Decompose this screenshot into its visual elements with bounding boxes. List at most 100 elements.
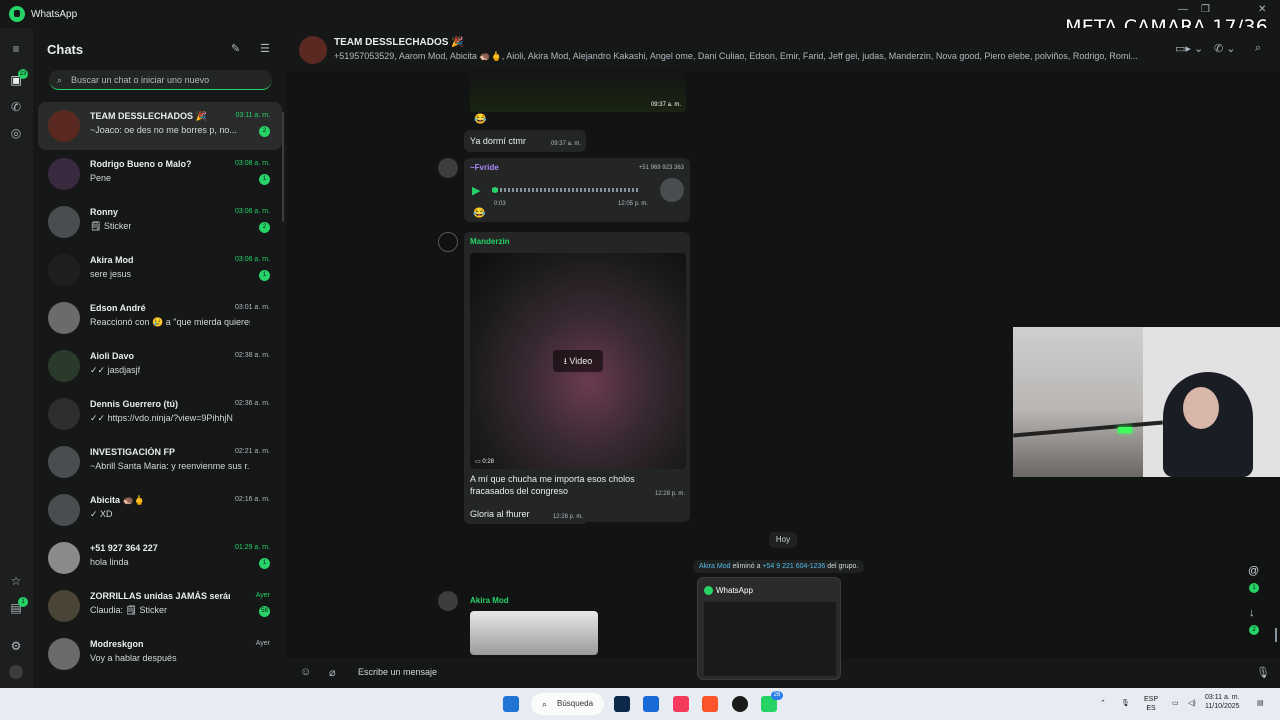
search-input[interactable]: ⌕ Buscar un chat o iniciar uno nuevo xyxy=(49,70,272,90)
conversation-header[interactable]: TEAM DESSLECHADOS 🎉 +51957053529, Aarom … xyxy=(287,28,1280,72)
preview-thumbnail[interactable] xyxy=(704,602,836,676)
unread-badge: 58 xyxy=(259,606,270,617)
chat-name: TEAM DESSLECHADOS 🎉 xyxy=(90,111,207,121)
lang-secondary: ES xyxy=(1146,705,1156,712)
chat-name: INVESTIGACIÓN FP xyxy=(90,447,176,457)
chat-time: 03:06 a. m. xyxy=(234,256,270,263)
sender-avatar[interactable] xyxy=(438,232,458,252)
photoshop-icon[interactable] xyxy=(614,696,630,712)
store-icon[interactable] xyxy=(643,696,659,712)
message-time: 12:28 p. m. xyxy=(552,514,583,520)
start-icon[interactable] xyxy=(503,696,519,712)
unread-badge: 1 xyxy=(259,270,270,281)
tray-mic-icon[interactable]: 🎙 xyxy=(1121,699,1130,708)
day-divider: Hoy xyxy=(769,532,797,548)
chat-avatar xyxy=(48,350,80,382)
chat-preview: sere jesus xyxy=(90,269,132,279)
message-text: Ya dormí ctmr xyxy=(470,136,526,146)
chat-time: Ayer xyxy=(255,640,270,647)
play-icon[interactable]: ▶ xyxy=(472,184,480,197)
chat-list-scrollbar[interactable] xyxy=(282,112,284,222)
preview-title: WhatsApp xyxy=(716,586,753,595)
app-title: WhatsApp xyxy=(31,8,78,20)
search-icon: ⌕ xyxy=(542,699,548,709)
lang-indicator[interactable]: ESP ES xyxy=(1144,695,1158,713)
chat-name: Modreskgon xyxy=(90,639,144,649)
chat-list-item[interactable]: Modreskgon Ayer Voy a hablar después xyxy=(38,630,282,678)
chat-avatar xyxy=(48,494,80,526)
message-input[interactable]: Escribe un mensaje xyxy=(358,667,437,677)
chat-name: Abicita 🦔🖕 xyxy=(90,495,145,505)
obs-icon[interactable] xyxy=(732,696,748,712)
status-icon[interactable]: ◎ xyxy=(9,126,23,140)
image-message[interactable]: 09:37 a. m. xyxy=(470,70,686,112)
webcam-face xyxy=(1183,387,1219,429)
mentions-icon[interactable]: @ xyxy=(1248,565,1259,577)
voice-call-icon[interactable]: ✆ ⌄ xyxy=(1214,42,1236,55)
minimize-icon[interactable]: — xyxy=(1178,4,1188,15)
network-icon[interactable]: ▭ xyxy=(1172,699,1179,708)
chat-list-item[interactable]: Akira Mod 03:06 a. m. sere jesus 1 xyxy=(38,246,282,294)
sender-avatar[interactable] xyxy=(438,591,458,611)
chat-list-item[interactable]: Dennis Guerrero (tú) 02:36 a. m. ✓✓ https:… xyxy=(38,390,282,438)
music-icon[interactable] xyxy=(673,696,689,712)
tray-chevron-icon[interactable]: ⌃ xyxy=(1100,699,1106,708)
clock-date: 11/10/2025 xyxy=(1205,703,1240,710)
sender-avatar[interactable] xyxy=(438,158,458,178)
search-chat-icon[interactable]: ⌕ xyxy=(1255,42,1261,55)
system-actor[interactable]: Akira Mod xyxy=(699,563,731,570)
attach-icon[interactable]: ⌀ xyxy=(329,666,336,679)
calls-icon[interactable]: ✆ xyxy=(9,100,23,114)
chat-preview: hola linda xyxy=(90,557,129,567)
menu-icon[interactable]: ≡ xyxy=(9,42,23,56)
profile-avatar[interactable] xyxy=(9,665,23,679)
chat-list-item[interactable]: Abicita 🦔🖕 02:16 a. m. ✓ XD xyxy=(38,486,282,534)
chat-preview: 🗒 Sticker xyxy=(90,221,132,231)
chat-list-item[interactable]: INVESTIGACIÓN FP 02:21 a. m. ~Abrill Santa… xyxy=(38,438,282,486)
sender-name: Akira Mod xyxy=(470,596,509,605)
chat-avatar xyxy=(48,398,80,430)
notifications-icon[interactable]: ▤ xyxy=(1257,699,1264,708)
chat-list-item[interactable]: Aioli Davo 02:38 a. m. ✓✓ jasdjasjf xyxy=(38,342,282,390)
video-call-icon[interactable]: ▭▸ ⌄ xyxy=(1175,42,1203,55)
clock[interactable]: 03:11 a. m. 11/10/2025 xyxy=(1205,693,1240,711)
chat-list-item[interactable]: Rodrigo Bueno o Malo? 03:08 a. m. Pene 1 xyxy=(38,150,282,198)
chat-list-item[interactable]: Ronny 03:06 a. m. 🗒 Sticker 2 xyxy=(38,198,282,246)
search-icon: ⌕ xyxy=(57,75,63,85)
chat-time: 02:36 a. m. xyxy=(234,400,270,407)
scroll-down-icon[interactable]: ↓ xyxy=(1249,607,1255,619)
close-icon[interactable]: ✕ xyxy=(1258,4,1266,15)
chat-list-item[interactable]: TEAM DESSLECHADOS 🎉 03:11 a. m. ~Joaco: oe… xyxy=(38,102,282,150)
taskbar-preview[interactable]: WhatsApp xyxy=(697,577,841,680)
mentions-badge: 1 xyxy=(1249,583,1259,593)
filter-icon[interactable]: ☰ xyxy=(260,42,270,55)
group-avatar[interactable] xyxy=(299,36,327,64)
voice-waveform[interactable] xyxy=(492,188,640,192)
unread-badge: 2 xyxy=(259,126,270,137)
chat-avatar xyxy=(48,158,80,190)
taskbar-search[interactable]: ⌕ Búsqueda xyxy=(531,693,604,715)
maximize-icon[interactable]: ❐ xyxy=(1201,4,1210,15)
starred-icon[interactable]: ☆ xyxy=(9,574,23,588)
emoji-icon[interactable]: ☺ xyxy=(300,666,311,678)
chat-list-item[interactable]: Edson André 03:01 a. m. Reaccionó con 😢 a … xyxy=(38,294,282,342)
settings-gear-icon[interactable]: ⚙ xyxy=(9,639,23,653)
chat-list-item[interactable]: +51 927 364 227 01:29 a. m. hola linda 1 xyxy=(38,534,282,582)
brave-icon[interactable] xyxy=(702,696,718,712)
video-thumbnail[interactable]: ⭳ Video ▭ 0:28 xyxy=(470,253,686,469)
system-target[interactable]: +54 9 221 604-1236 xyxy=(762,563,825,570)
microphone-icon[interactable]: 🎙 xyxy=(1256,666,1270,679)
message-bubble: Ya dormí ctmr 09:37 a. m. xyxy=(464,130,586,152)
waveform-scrubber[interactable] xyxy=(492,187,498,193)
image-message[interactable] xyxy=(470,611,598,655)
chat-avatar xyxy=(48,638,80,670)
conversation-scrollbar[interactable] xyxy=(1275,628,1277,642)
chat-time: 03:01 a. m. xyxy=(234,304,270,311)
unread-badge: 1 xyxy=(259,174,270,185)
chat-list-item[interactable]: ZORRILLAS unidas JAMÁS serán... Ayer Claud… xyxy=(38,582,282,630)
video-download-button[interactable]: ⭳ Video xyxy=(553,350,603,372)
volume-icon[interactable]: ◁) xyxy=(1188,699,1196,708)
new-chat-icon[interactable]: ✎ xyxy=(231,42,240,55)
reaction-emoji: 😂 xyxy=(473,208,486,219)
group-members: +51957053529, Aarom Mod, Abicita 🦔🖕, Aio… xyxy=(334,51,1138,61)
